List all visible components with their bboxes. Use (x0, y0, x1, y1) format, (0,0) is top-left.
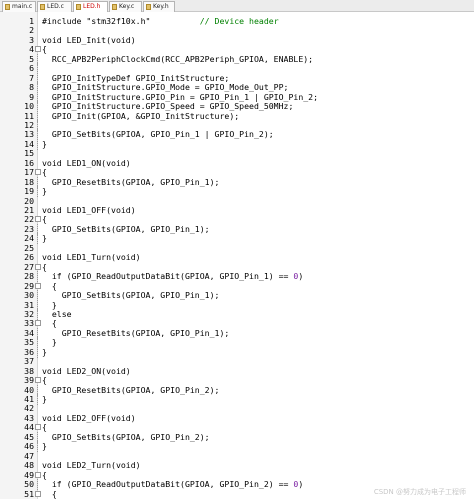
fold-toggle-icon[interactable] (35, 216, 41, 223)
fold-toggle-icon[interactable] (35, 46, 41, 53)
line-number: 51 (24, 488, 34, 499)
code-content: { (42, 488, 57, 499)
tab-led-c[interactable]: LED.c (37, 1, 72, 12)
file-tab-bar: main.c LED.c LED.h Key.c Key.h (0, 0, 474, 12)
tab-label: main.c (12, 3, 33, 10)
fold-toggle-icon[interactable] (35, 282, 41, 289)
tab-label: LED.h (83, 3, 101, 10)
watermark: CSDN @努力成为电子工程师 (373, 488, 466, 496)
tab-key-c[interactable]: Key.c (109, 1, 142, 12)
tab-key-h[interactable]: Key.h (143, 1, 175, 12)
fold-toggle-icon[interactable] (35, 424, 41, 431)
tab-label: LED.c (47, 3, 64, 10)
file-icon (5, 4, 10, 10)
tab-main-c[interactable]: main.c (2, 1, 36, 12)
fold-toggle-icon[interactable] (35, 471, 41, 478)
file-icon (76, 4, 81, 10)
fold-toggle-icon[interactable] (35, 169, 41, 176)
file-icon (146, 4, 151, 10)
tab-label: Key.h (153, 3, 169, 10)
file-icon (112, 4, 117, 10)
fold-toggle-icon[interactable] (35, 490, 41, 497)
tab-led-h[interactable]: LED.h (73, 1, 108, 12)
tab-label: Key.c (119, 3, 135, 10)
file-icon (40, 4, 45, 10)
code-text: { (42, 489, 57, 500)
fold-toggle-icon[interactable] (35, 263, 41, 270)
fold-toggle-icon[interactable] (35, 377, 41, 384)
fold-toggle-icon[interactable] (35, 320, 41, 327)
